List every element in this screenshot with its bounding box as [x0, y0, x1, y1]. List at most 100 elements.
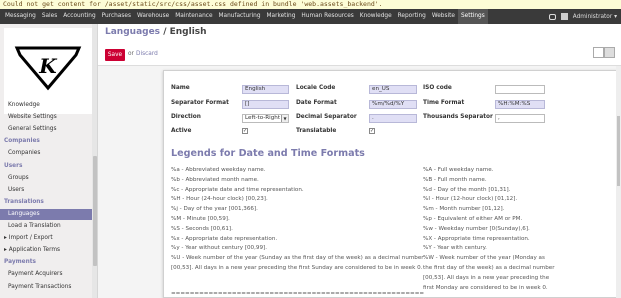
menu-item-accounting[interactable]: Accounting — [60, 9, 98, 24]
breadcrumb-current: English — [169, 27, 207, 37]
main-scroll-thumb[interactable] — [617, 116, 620, 186]
name-field[interactable]: English — [242, 85, 289, 94]
sidebar-section-companies: Companies — [0, 136, 92, 147]
user-name: Administrator — [572, 13, 613, 20]
legend-line: %X - Appropriate time representation. — [423, 235, 530, 242]
menu-item-maintenance[interactable]: Maintenance — [172, 9, 215, 24]
menu-item-settings[interactable]: Settings — [457, 9, 488, 24]
iso-field[interactable] — [495, 85, 545, 94]
translatable-checkbox[interactable]: ✓ — [369, 128, 375, 134]
legend-line: %b - Abbreviated month name. — [171, 176, 259, 183]
menu-item-messaging[interactable]: Messaging — [2, 9, 39, 24]
legend-line: %A - Full weekday name. — [423, 167, 494, 173]
legend-line: %U - Week number of the year (Sunday as … — [171, 255, 424, 262]
sidebar-item-load-a-translation[interactable]: Load a Translation — [0, 221, 92, 232]
form-sheet: Name English Locale Code en_US ISO code … — [163, 70, 617, 298]
menu-item-marketing[interactable]: Marketing — [264, 9, 299, 24]
sidebar-label: Knowledge — [8, 102, 40, 108]
discard-button[interactable]: Discard — [136, 51, 158, 57]
sidebar-label: Load a Translation — [8, 223, 61, 229]
menu-item-purchases[interactable]: Purchases — [99, 9, 134, 24]
legend-left-column: %a - Abbreviated weekday name. %b - Abbre… — [171, 166, 424, 274]
menu-item-manufacturing[interactable]: Manufacturing — [216, 9, 264, 24]
active-label: Active — [171, 128, 192, 134]
menu-item-human-resources[interactable]: Human Resources — [298, 9, 356, 24]
legend-line: [00,53]. All days in a new year precedin… — [171, 264, 423, 271]
legend-line: %d - Day of the month [01,31]. — [423, 186, 511, 193]
name-label: Name — [171, 85, 190, 91]
thousands-separator-field[interactable]: , — [495, 114, 545, 123]
direction-select[interactable]: Left-to-Right ▼ — [242, 114, 289, 123]
sidebar-label: Groups — [8, 174, 29, 181]
sidebar-item-payment-acquirers[interactable]: Payment Acquirers — [0, 269, 92, 280]
decimal-separator-field[interactable]: . — [369, 114, 417, 123]
form-view-icon[interactable] — [604, 47, 615, 58]
dropdown-arrow-icon[interactable]: ▼ — [281, 115, 288, 122]
legend-line: %Y - Year with century. — [423, 245, 487, 252]
sidebar-label: Companies — [8, 150, 41, 157]
breadcrumb-parent[interactable]: Languages — [105, 27, 160, 37]
legend-line: %B - Full month name. — [423, 176, 487, 183]
legend-line: %M - Minute [00,59]. — [171, 215, 230, 222]
sidebar-label: Languages — [8, 210, 40, 217]
menu-item-reporting[interactable]: Reporting — [395, 9, 429, 24]
sidebar-item-languages[interactable]: Languages — [0, 208, 92, 220]
legend-line: %c - Appropriate date and time represent… — [171, 186, 304, 193]
menu-item-knowledge[interactable]: Knowledge — [357, 9, 395, 24]
top-navbar: Messaging Sales Accounting Purchases Warehou… — [0, 9, 621, 24]
legend-line: %p - Equivalent of either AM or PM. — [423, 215, 523, 222]
sidebar-item-payment-transactions[interactable]: Payment Transactions — [0, 282, 92, 293]
date-format-field[interactable]: %m/%d/%Y — [369, 100, 417, 109]
sidebar-section-translations: Translations — [0, 197, 92, 208]
sidebar-item-import-export[interactable]: ▸ Import / Export — [0, 233, 92, 244]
direction-label: Direction — [171, 114, 201, 120]
navbar-right: Administrator ▾ — [548, 9, 617, 24]
sidebar-item-website-settings[interactable]: Website Settings — [0, 112, 92, 123]
sidebar-scroll-thumb[interactable] — [93, 156, 97, 266]
locale-label: Locale Code — [296, 85, 336, 91]
legend-title: Legends for Date and Time Formats — [171, 148, 365, 159]
menu-item-warehouse[interactable]: Warehouse — [134, 9, 172, 24]
menu-item-website[interactable]: Website — [429, 9, 458, 24]
separator-format-field[interactable]: [] — [242, 100, 289, 109]
breadcrumb-separator: / — [163, 27, 167, 37]
sidebar-section-payments: Payments — [0, 257, 92, 268]
legend-line: the first day of the week) as a decimal … — [423, 264, 555, 271]
legend-line: %y - Year without century [00,99]. — [171, 245, 267, 252]
list-view-icon[interactable] — [593, 47, 604, 58]
time-format-label: Time Format — [423, 100, 465, 106]
chat-icon[interactable] — [548, 13, 556, 20]
sidebar-item-users[interactable]: Users — [0, 185, 92, 196]
sidebar-label: Import / Export — [8, 235, 53, 242]
user-menu[interactable]: Administrator ▾ — [573, 14, 617, 20]
sidebar-item-application-terms[interactable]: ▸ Application Terms — [0, 245, 92, 256]
sidebar-label: Translations — [4, 198, 44, 205]
sidebar-label: Payments — [4, 259, 36, 266]
legend-line: %m - Month number [01,12]. — [423, 206, 505, 213]
date-format-label: Date Format — [296, 100, 337, 106]
or-label: or — [128, 51, 134, 57]
locale-field[interactable]: en_US — [369, 85, 417, 94]
translatable-label: Translatable — [296, 128, 337, 134]
save-button[interactable]: Save — [105, 49, 125, 61]
avatar[interactable] — [560, 13, 568, 20]
active-checkbox[interactable]: ✓ — [242, 128, 248, 134]
sidebar-item-general-settings[interactable]: General Settings — [0, 124, 92, 135]
sidebar-item-groups[interactable]: Groups — [0, 173, 92, 184]
view-switcher — [593, 47, 615, 58]
iso-label: ISO code — [423, 85, 452, 91]
sidebar-item-knowledge[interactable]: Knowledge — [0, 100, 92, 111]
sidebar-section-users: Users — [0, 161, 92, 172]
sidebar-label: Users — [8, 186, 25, 193]
sidebar: K Knowledge Website Settings General Setti… — [0, 24, 98, 298]
legend-line: %w - Weekday number [0(Sunday),6]. — [423, 225, 530, 232]
legend-line: %H - Hour (24-hour clock) [00,23]. — [171, 196, 268, 203]
time-format-field[interactable]: %H:%M:%S — [495, 100, 545, 109]
legend-line: %j - Day of the year [001,366]. — [171, 206, 258, 213]
legend-line: first Monday are considered to be in wee… — [423, 284, 548, 291]
sidebar-label: Companies — [4, 138, 40, 145]
sidebar-item-companies[interactable]: Companies — [0, 148, 92, 159]
sidebar-label: Payment Acquirers — [8, 271, 63, 278]
legend-line: %x - Appropriate date representation. — [171, 235, 278, 242]
menu-item-sales[interactable]: Sales — [39, 9, 60, 24]
